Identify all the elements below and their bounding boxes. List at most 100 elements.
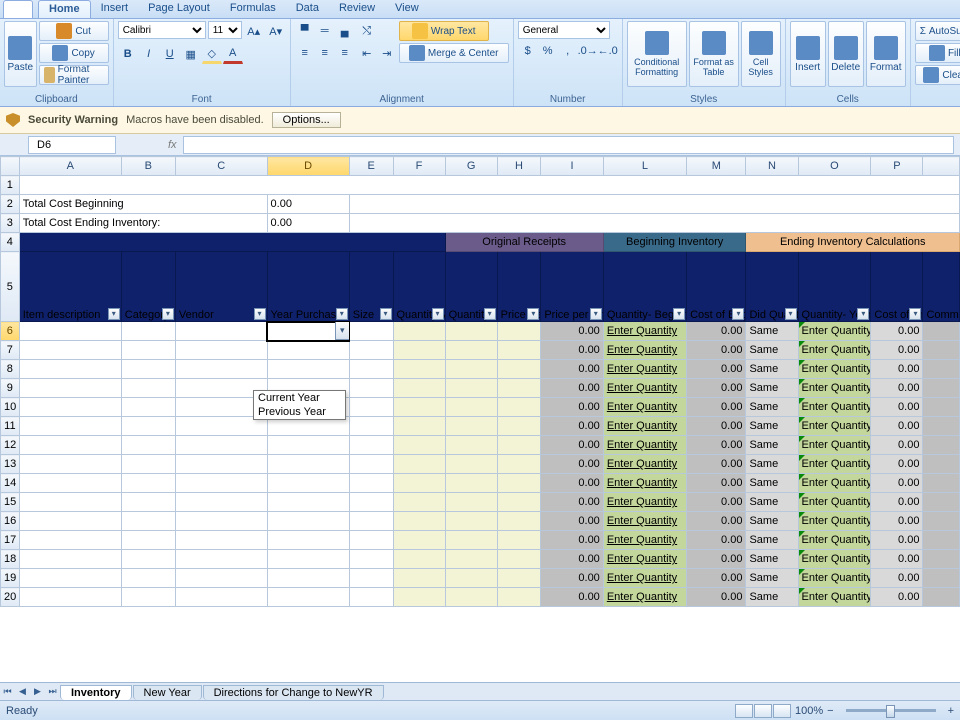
sheet-tab-new-year[interactable]: New Year (133, 685, 202, 700)
enter-quantity-link[interactable]: Enter Quantity (798, 512, 871, 531)
cut-button[interactable]: Cut (39, 21, 109, 41)
cell[interactable] (121, 474, 175, 493)
cell[interactable] (349, 436, 393, 455)
percent-button[interactable]: % (538, 41, 558, 61)
cell[interactable] (445, 569, 497, 588)
cell[interactable] (175, 455, 267, 474)
hdr-qty-measured[interactable]: Quantity Measured by?▾ (393, 252, 445, 322)
cell[interactable] (497, 341, 541, 360)
enter-quantity-link[interactable]: Enter Quantity (798, 588, 871, 607)
cell[interactable] (923, 398, 960, 417)
fill-color-button[interactable]: ◇ (202, 44, 222, 64)
enter-quantity-link[interactable]: Enter Quantity (798, 531, 871, 550)
align-bottom[interactable]: ▄ (335, 21, 355, 41)
delete-cells-button[interactable]: Delete (828, 21, 864, 87)
shrink-font-button[interactable]: A▾ (266, 21, 286, 41)
col-E[interactable]: E (349, 157, 393, 176)
cell[interactable] (393, 398, 445, 417)
enter-quantity-link[interactable]: Enter Quantity (603, 341, 686, 360)
cell-price-per-unit[interactable]: 0.00 (541, 569, 603, 588)
cell-did-change[interactable]: Same (746, 436, 798, 455)
align-top[interactable]: ▀ (295, 21, 315, 41)
cell-cost-ending[interactable]: 0.00 (871, 360, 923, 379)
enter-quantity-link[interactable]: Enter Quantity (798, 417, 871, 436)
cell-total-beginning-label[interactable]: Total Cost Beginning (19, 195, 267, 214)
cell[interactable] (497, 493, 541, 512)
cell-did-change[interactable]: Same (746, 360, 798, 379)
font-size-select[interactable]: 11 (208, 21, 242, 39)
cell-cost-ending[interactable]: 0.00 (871, 341, 923, 360)
cell-cost-beginning[interactable]: 0.00 (687, 436, 746, 455)
cell[interactable] (445, 341, 497, 360)
cell-did-change[interactable]: Same (746, 398, 798, 417)
zoom-in-button[interactable]: + (948, 705, 954, 717)
filter-icon[interactable]: ▾ (432, 308, 444, 320)
view-page-break-button[interactable] (773, 704, 791, 718)
cell-price-per-unit[interactable]: 0.00 (541, 398, 603, 417)
cell[interactable] (175, 569, 267, 588)
tab-home[interactable]: Home (38, 0, 91, 18)
filter-icon[interactable]: ▾ (732, 308, 744, 320)
cell[interactable] (267, 360, 349, 379)
cell[interactable] (445, 493, 497, 512)
cell[interactable] (121, 360, 175, 379)
cell[interactable] (497, 531, 541, 550)
cell[interactable] (923, 474, 960, 493)
zoom-slider[interactable] (846, 709, 936, 712)
hdr-qty-year-end[interactable]: Quantity- Year End▾ (798, 252, 871, 322)
cell-did-change[interactable]: Same (746, 512, 798, 531)
cell[interactable] (19, 512, 121, 531)
cell[interactable] (19, 455, 121, 474)
cell-did-change[interactable]: Same (746, 379, 798, 398)
cell[interactable] (497, 569, 541, 588)
col-C[interactable]: C (175, 157, 267, 176)
enter-quantity-link[interactable]: Enter Quantity (603, 379, 686, 398)
decrease-decimal[interactable]: ←.0 (598, 41, 618, 61)
cell[interactable] (121, 417, 175, 436)
format-painter-button[interactable]: Format Painter (39, 65, 109, 85)
sheet-tab-directions[interactable]: Directions for Change to NewYR (203, 685, 384, 700)
row-10[interactable]: 10 (1, 398, 20, 417)
cell[interactable] (175, 493, 267, 512)
enter-quantity-link[interactable]: Enter Quantity (798, 474, 871, 493)
cell[interactable] (393, 379, 445, 398)
cell[interactable] (267, 588, 349, 607)
name-box[interactable]: D6 (28, 136, 116, 154)
col-P[interactable]: P (871, 157, 923, 176)
cell-price-per-unit[interactable]: 0.00 (541, 379, 603, 398)
enter-quantity-link[interactable]: Enter Quantity (798, 455, 871, 474)
cell[interactable] (19, 322, 121, 341)
cell[interactable] (445, 531, 497, 550)
security-options-button[interactable]: Options... (272, 112, 341, 128)
cell[interactable] (349, 531, 393, 550)
row-5[interactable]: 5 (1, 252, 20, 322)
enter-quantity-link[interactable]: Enter Quantity (603, 417, 686, 436)
filter-icon[interactable]: ▾ (380, 308, 392, 320)
cell[interactable] (445, 588, 497, 607)
cell[interactable] (349, 455, 393, 474)
row-1[interactable]: 1 (1, 176, 20, 195)
row-15[interactable]: 15 (1, 493, 20, 512)
hdr-vendor[interactable]: Vendor▾ (175, 252, 267, 322)
autosum-button[interactable]: Σ AutoSum (915, 21, 960, 41)
cell[interactable] (923, 436, 960, 455)
conditional-formatting-button[interactable]: Conditional Formatting (627, 21, 687, 87)
cell[interactable] (267, 550, 349, 569)
sheet-nav[interactable]: ⏮◀▶⏭ (0, 684, 60, 700)
row-6[interactable]: 6 (1, 322, 20, 341)
cell-total-ending-label[interactable]: Total Cost Ending Inventory: (19, 214, 267, 233)
orientation-button[interactable]: ⤭ (357, 21, 377, 41)
align-middle[interactable]: ═ (315, 21, 335, 41)
insert-cells-button[interactable]: Insert (790, 21, 826, 87)
row-19[interactable]: 19 (1, 569, 20, 588)
cell[interactable] (175, 322, 267, 341)
tab-formulas[interactable]: Formulas (220, 0, 286, 18)
cell[interactable] (19, 550, 121, 569)
align-center[interactable]: ≡ (315, 43, 335, 63)
col-I[interactable]: I (541, 157, 603, 176)
cell[interactable] (393, 588, 445, 607)
cell-cost-beginning[interactable]: 0.00 (687, 531, 746, 550)
cell[interactable] (349, 398, 393, 417)
row-7[interactable]: 7 (1, 341, 20, 360)
cell-cost-ending[interactable]: 0.00 (871, 569, 923, 588)
